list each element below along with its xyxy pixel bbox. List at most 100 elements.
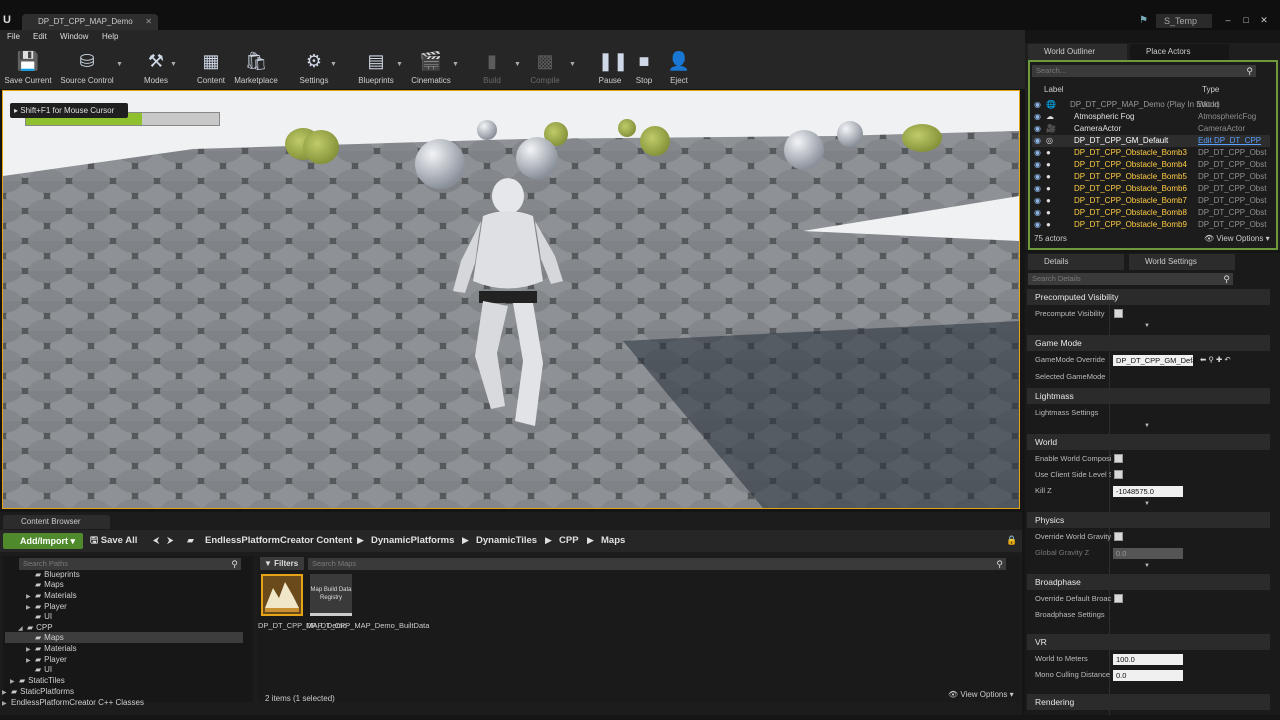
section-precomputed-visibility[interactable]: Precomputed Visibility [1027, 289, 1270, 305]
chevron-down-icon[interactable]: ▼ [1144, 323, 1150, 329]
tab-world-outliner[interactable]: World Outliner [1028, 44, 1127, 60]
tree-expand-icon[interactable]: ▶ [26, 604, 31, 611]
chevron-down-icon[interactable]: ▼ [452, 61, 459, 68]
chevron-down-icon[interactable]: ▼ [1144, 563, 1150, 569]
outliner-row[interactable]: ◉ ● DP_DT_CPP_Obstacle_Bomb8 DP_DT_CPP_Obst [1032, 207, 1270, 219]
asset-built-data[interactable]: Map Build Data Registry [310, 574, 352, 616]
global-gravity-z-input[interactable]: 0.0 [1113, 548, 1183, 559]
breadcrumb-dynamictiles[interactable]: DynamicTiles [476, 535, 537, 546]
maximize-button[interactable]: □ [1240, 14, 1252, 26]
eye-icon[interactable]: ◉ [1034, 135, 1041, 147]
asset-map-demo[interactable] [261, 574, 303, 616]
tab-world-settings[interactable]: World Settings [1129, 254, 1235, 270]
enable-world-composition-checkbox[interactable] [1114, 454, 1123, 463]
source-control-button[interactable]: ⛁ Source Control [57, 47, 117, 87]
chevron-down-icon[interactable]: ▼ [569, 61, 576, 68]
outliner-view-options[interactable]: 👁 View Options ▾ [1204, 234, 1270, 243]
menu-window[interactable]: Window [60, 30, 88, 44]
chevron-down-icon[interactable]: ▼ [1144, 501, 1150, 507]
close-icon[interactable]: ✕ [145, 14, 152, 30]
build-button[interactable]: ▮ Build [476, 47, 508, 87]
breadcrumb-dynamicplatforms[interactable]: DynamicPlatforms [371, 535, 454, 546]
modes-button[interactable]: ⚒ Modes [138, 47, 174, 87]
outliner-search-input[interactable]: Search... ⚲ [1032, 65, 1256, 77]
add-import-button[interactable]: Add/Import ▾ [3, 533, 83, 549]
stop-button[interactable]: ■ Stop [632, 47, 656, 87]
prop-broadphase-settings[interactable]: Broadphase Settings [1035, 609, 1111, 621]
section-game-mode[interactable]: Game Mode [1027, 335, 1270, 351]
outliner-row[interactable]: ◉ ● DP_DT_CPP_Obstacle_Bomb4 DP_DT_CPP_Obst [1032, 159, 1270, 171]
outliner-row[interactable]: ◉ ◎ DP_DT_CPP_GM_Default Edit DP_DT_CPP [1032, 135, 1270, 147]
minimize-button[interactable]: – [1222, 14, 1234, 26]
tree-expand-icon[interactable]: ▶ [2, 689, 7, 696]
breadcrumb-maps[interactable]: Maps [601, 535, 625, 546]
blueprints-button[interactable]: ▤ Blueprints [355, 47, 397, 87]
chevron-down-icon[interactable]: ▼ [170, 61, 177, 68]
override-world-gravity-checkbox[interactable] [1114, 532, 1123, 541]
menu-file[interactable]: File [7, 30, 20, 44]
back-arrow-icon[interactable]: ⮜ [153, 535, 159, 546]
outliner-row-type[interactable]: Edit DP_DT_CPP [1198, 135, 1261, 147]
tab-place-actors[interactable]: Place Actors [1130, 44, 1229, 60]
outliner-row[interactable]: ◉ ● DP_DT_CPP_Obstacle_Bomb6 DP_DT_CPP_Obst [1032, 183, 1270, 195]
menu-edit[interactable]: Edit [33, 30, 47, 44]
tree-expand-icon[interactable]: ◢ [18, 625, 23, 632]
outliner-row-world[interactable]: ◉ 🌐 DP_DT_CPP_MAP_Demo (Play In Editor) Wor… [1032, 99, 1270, 111]
override-broadphase-checkbox[interactable] [1114, 594, 1123, 603]
settings-button[interactable]: ⚙ Settings [296, 47, 332, 87]
asset-picker-icons[interactable]: ⬅ ⚲ ✚ ↶ [1200, 354, 1260, 366]
column-label[interactable]: Label [1044, 85, 1064, 94]
tree-folder[interactable]: ▰ UI [35, 612, 52, 622]
eye-icon[interactable]: ◉ [1034, 207, 1041, 219]
section-vr[interactable]: VR [1027, 634, 1270, 650]
eye-icon[interactable]: ◉ [1034, 195, 1041, 207]
tree-expand-icon[interactable]: ▶ [26, 593, 31, 600]
outliner-row[interactable]: ◉ ☁ Atmospheric Fog AtmosphericFog [1032, 111, 1270, 123]
tree-folder[interactable]: ▰ Blueprints [35, 570, 80, 580]
tree-folder[interactable]: ▰ Player [35, 602, 67, 612]
eye-icon[interactable]: ◉ [1034, 111, 1041, 123]
eye-icon[interactable]: ◉ [1034, 123, 1041, 135]
section-broadphase[interactable]: Broadphase [1027, 574, 1270, 590]
marketplace-button[interactable]: 🛍 Marketplace [232, 47, 280, 87]
tree-folder[interactable]: ▰ Maps [35, 580, 64, 590]
assets-view-options[interactable]: 👁 View Options ▾ [948, 690, 1014, 699]
content-button[interactable]: ▦ Content [193, 47, 229, 87]
eye-icon[interactable]: ◉ [1034, 147, 1041, 159]
search-paths-input[interactable]: Search Paths ⚲ [19, 558, 241, 570]
tree-folder[interactable]: ▰ StaticPlatforms [11, 687, 74, 697]
tree-folder[interactable]: ▰ Materials [35, 644, 77, 654]
mono-culling-input[interactable]: 0.0 [1113, 670, 1183, 681]
chevron-down-icon[interactable]: ▼ [330, 61, 337, 68]
menu-help[interactable]: Help [102, 30, 118, 44]
close-window-button[interactable]: ✕ [1258, 14, 1270, 26]
chevron-down-icon[interactable]: ▼ [1144, 423, 1150, 429]
cinematics-button[interactable]: 🎬 Cinematics [408, 47, 454, 87]
section-world[interactable]: World [1027, 434, 1270, 450]
tree-expand-icon[interactable]: ▶ [10, 678, 15, 685]
prop-selected-gamemode[interactable]: Selected GameMode [1035, 371, 1111, 383]
section-physics[interactable]: Physics [1027, 512, 1270, 528]
breadcrumb-cpp[interactable]: CPP [559, 535, 579, 546]
eye-icon[interactable]: ◉ [1034, 183, 1041, 195]
section-rendering[interactable]: Rendering [1027, 694, 1270, 710]
eject-button[interactable]: 👤 Eject [666, 47, 692, 87]
chevron-down-icon[interactable]: ▼ [116, 61, 123, 68]
pause-button[interactable]: ❚❚ Pause [596, 47, 628, 87]
tab-content-browser[interactable]: Content Browser [3, 515, 110, 529]
tree-folder[interactable]: ▰ Maps [35, 633, 64, 643]
section-lightmass[interactable]: Lightmass [1027, 388, 1270, 404]
tree-expand-icon[interactable]: ▶ [26, 657, 31, 664]
outliner-row[interactable]: ◉ ● DP_DT_CPP_Obstacle_Bomb9 DP_DT_CPP_Obst [1032, 219, 1270, 231]
tree-folder[interactable]: ▰ Player [35, 655, 67, 665]
use-client-side-level-checkbox[interactable] [1114, 470, 1123, 479]
world-to-meters-input[interactable]: 100.0 [1113, 654, 1183, 665]
tab-details[interactable]: Details [1028, 254, 1124, 270]
tree-folder[interactable]: ▰ UI [35, 665, 52, 675]
outliner-row[interactable]: ◉ ● DP_DT_CPP_Obstacle_Bomb7 DP_DT_CPP_Obst [1032, 195, 1270, 207]
level-viewport[interactable] [2, 90, 1020, 509]
tree-folder[interactable]: ▰ StaticTiles [19, 676, 65, 686]
level-tab[interactable]: DP_DT_CPP_MAP_Demo ✕ [22, 14, 158, 30]
tree-folder[interactable]: ▰ Materials [35, 591, 77, 601]
chevron-down-icon[interactable]: ▼ [396, 61, 403, 68]
